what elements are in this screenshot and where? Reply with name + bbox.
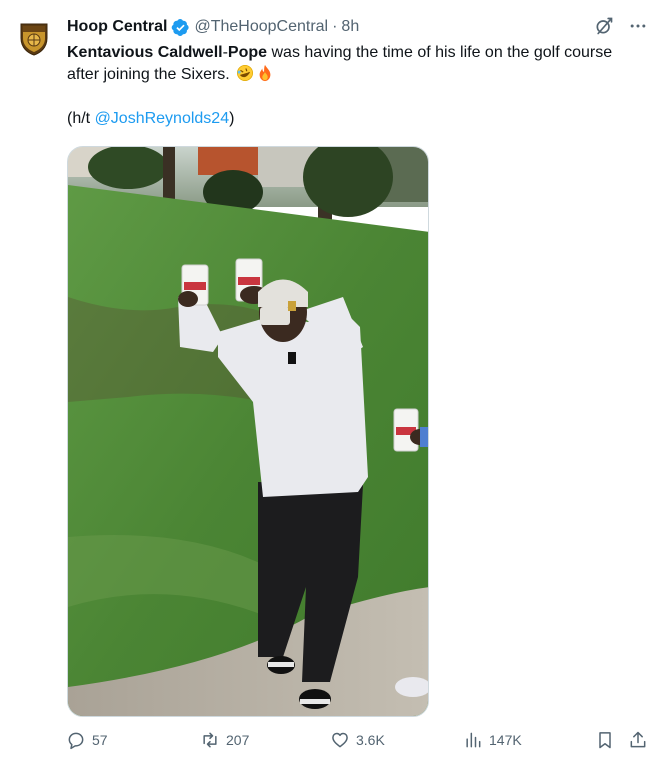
repost-count: 207 bbox=[226, 732, 250, 748]
display-name[interactable]: Hoop Central bbox=[67, 16, 167, 38]
repost-icon bbox=[203, 732, 217, 748]
timestamp[interactable]: 8h bbox=[341, 16, 359, 38]
hat-tip-suffix: ) bbox=[229, 110, 235, 127]
handle[interactable]: @TheHoopCentral bbox=[194, 16, 328, 38]
more-options-icon[interactable] bbox=[628, 16, 648, 36]
hat-tip-line: (h/t @JoshReynolds24) bbox=[67, 108, 234, 130]
tweet-video[interactable] bbox=[67, 146, 429, 717]
share-button[interactable] bbox=[628, 730, 648, 750]
mention-link[interactable]: @JoshReynolds24 bbox=[95, 110, 230, 127]
separator-dot: · bbox=[332, 18, 338, 35]
like-button[interactable]: 3.6K bbox=[330, 730, 385, 750]
views-count: 147K bbox=[489, 732, 522, 748]
rolling-laughing-emoji-icon bbox=[237, 64, 254, 82]
reply-count: 57 bbox=[92, 732, 108, 748]
player-name-part1: Kentavious Caldwell bbox=[67, 44, 223, 61]
player-name-part2: Pope bbox=[227, 44, 268, 61]
hoop-central-logo-icon bbox=[20, 23, 48, 56]
repost-button[interactable]: 207 bbox=[200, 730, 249, 750]
tweet-actions: 57 207 3.6K 147K bbox=[60, 730, 652, 754]
tweet[interactable]: Hoop Central @TheHoopCentral · 8h Kentav… bbox=[0, 0, 666, 765]
tweet-header: Hoop Central @TheHoopCentral · 8h bbox=[67, 16, 359, 38]
views-button[interactable]: 147K bbox=[463, 730, 522, 750]
heart-icon bbox=[332, 732, 348, 748]
tweet-top-actions bbox=[594, 16, 648, 36]
avatar[interactable] bbox=[20, 22, 48, 56]
like-count: 3.6K bbox=[356, 732, 385, 748]
bookmark-icon bbox=[599, 732, 611, 749]
fire-emoji-icon bbox=[259, 64, 271, 82]
bookmark-button[interactable] bbox=[595, 730, 615, 750]
reply-icon bbox=[68, 732, 84, 750]
views-chart-icon bbox=[466, 732, 481, 748]
grok-icon[interactable] bbox=[594, 16, 614, 36]
tweet-text: Kentavious Caldwell-Pope was having the … bbox=[67, 42, 627, 86]
verified-badge-icon[interactable] bbox=[171, 18, 190, 37]
reply-button[interactable]: 57 bbox=[66, 730, 108, 750]
hat-tip-prefix: (h/t bbox=[67, 110, 95, 127]
video-frame-image bbox=[68, 147, 428, 716]
share-icon bbox=[630, 731, 646, 748]
